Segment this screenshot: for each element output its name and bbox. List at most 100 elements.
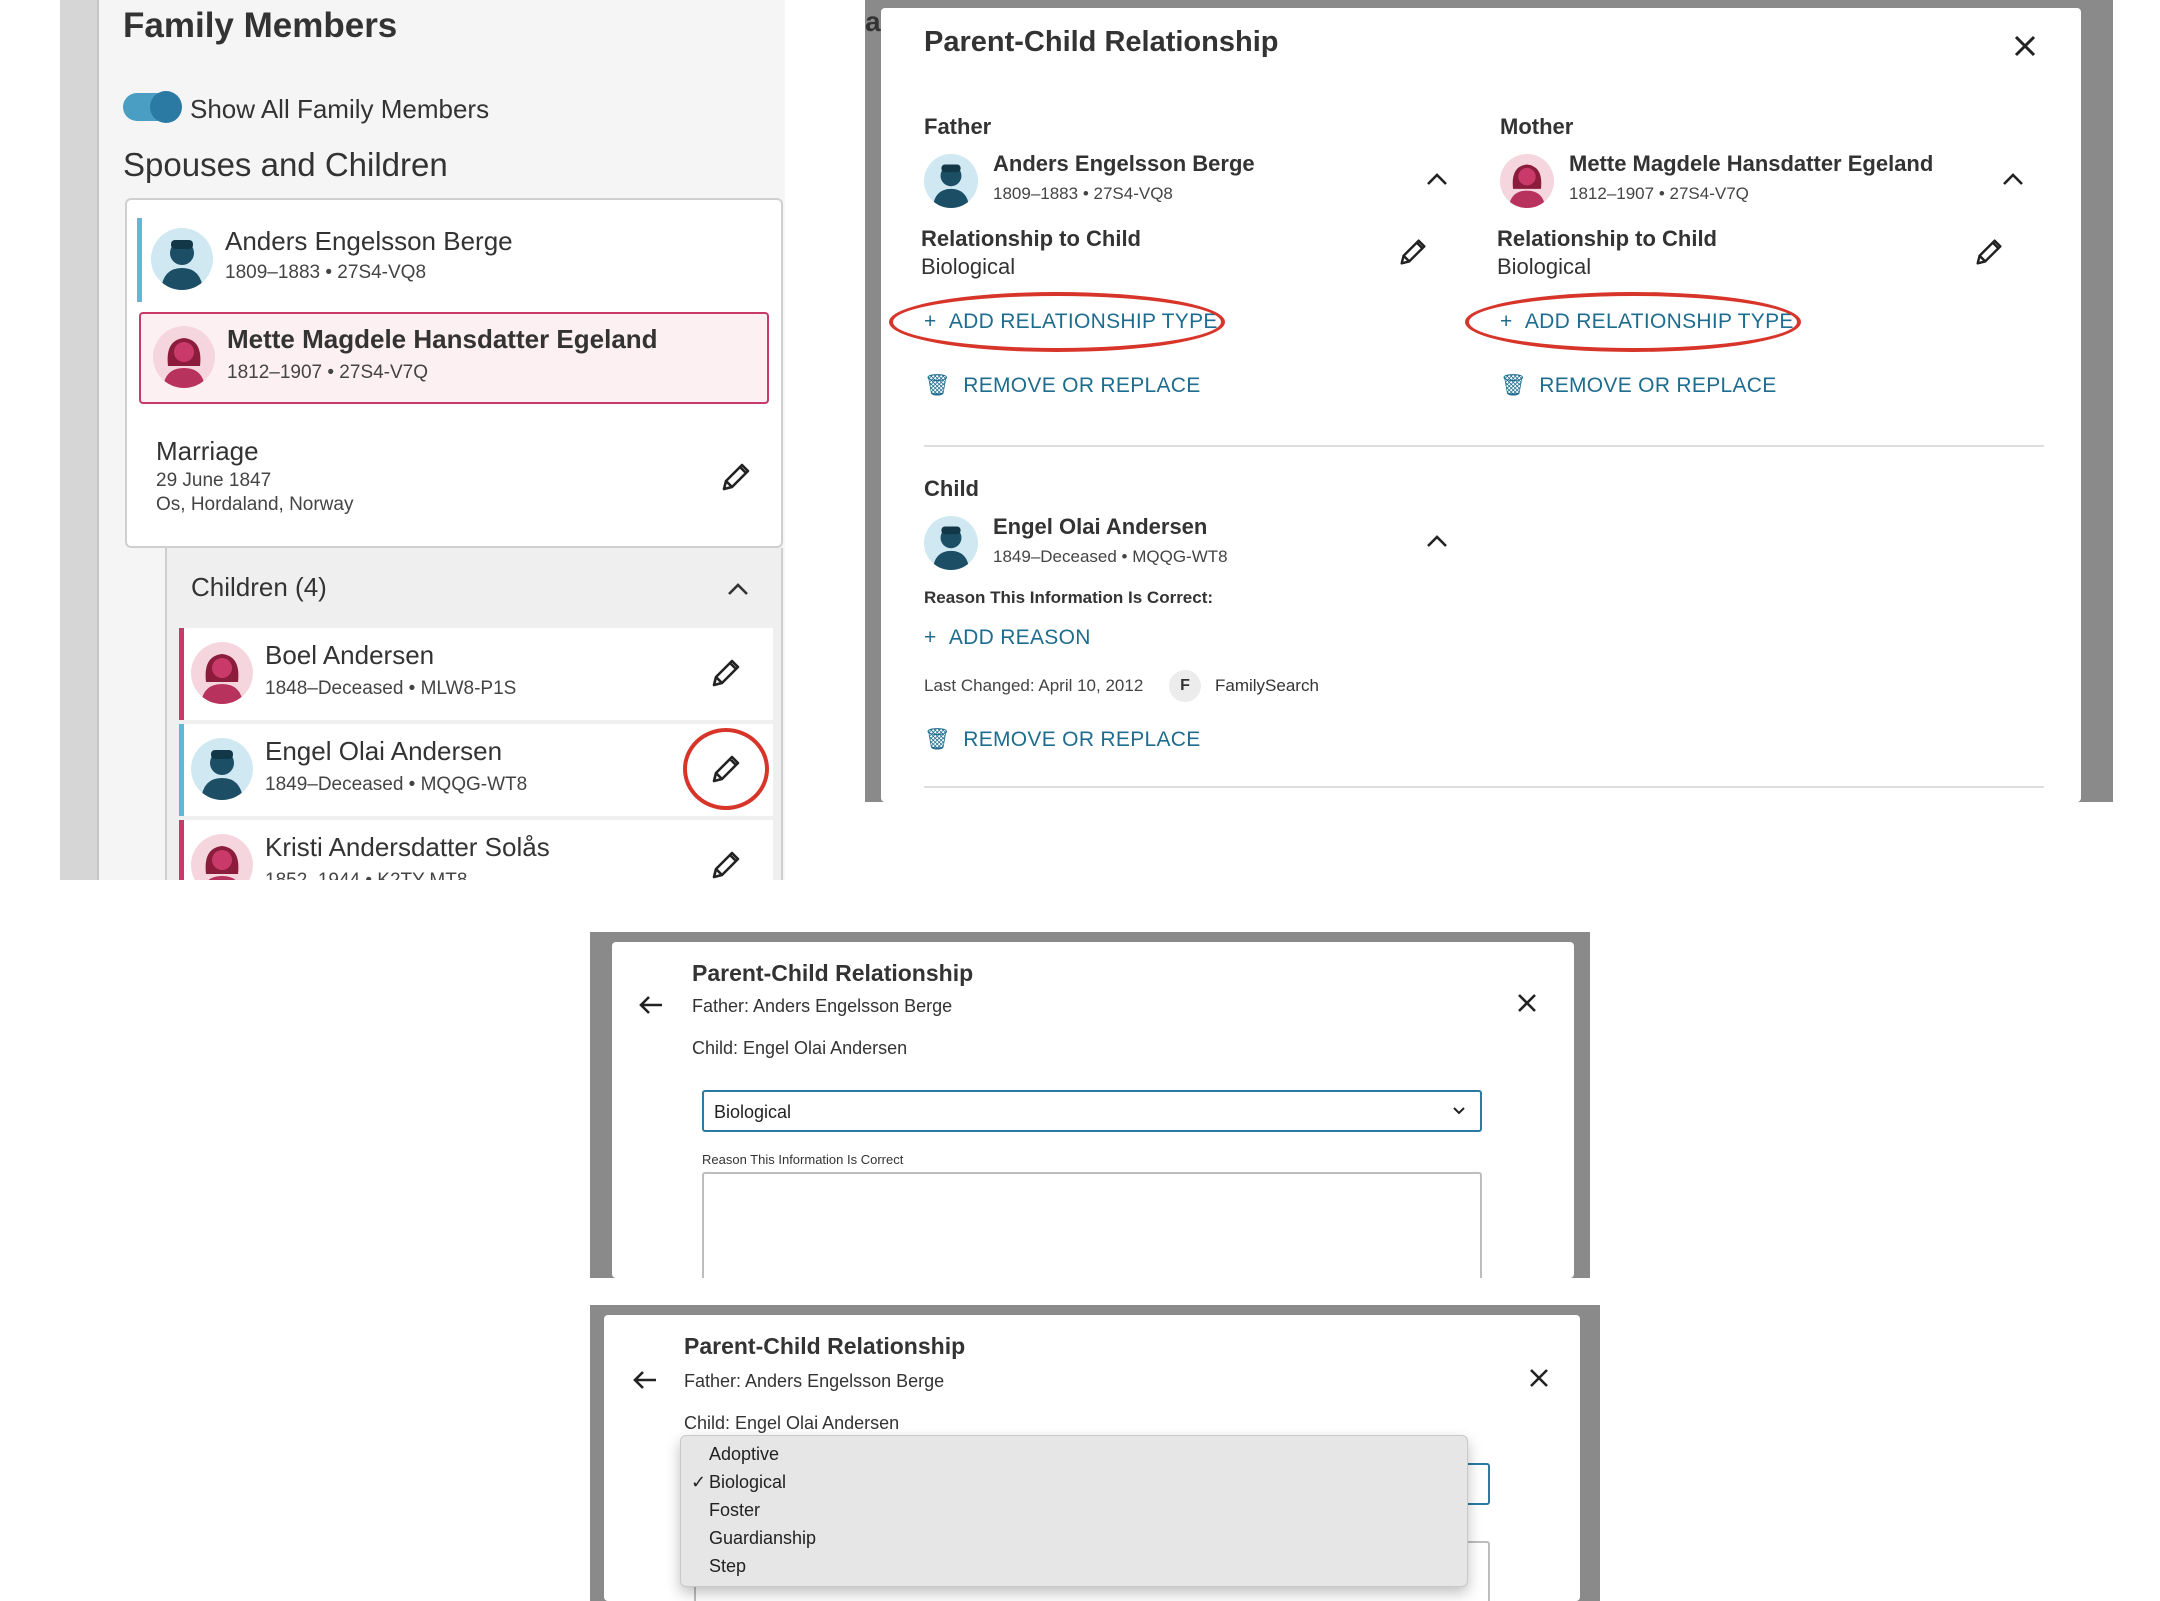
close-icon[interactable]	[2011, 32, 2039, 60]
edit-marriage-pencil-icon[interactable]	[719, 460, 753, 494]
relationship-label: Relationship to Child	[1497, 226, 1717, 251]
divider	[924, 786, 2044, 788]
male-avatar-icon	[151, 228, 213, 290]
female-stripe	[179, 820, 184, 880]
menu-option-step[interactable]: Step	[681, 1556, 1467, 1577]
menu-option-biological[interactable]: ✓ Biological	[681, 1472, 1467, 1493]
male-avatar-icon	[191, 738, 253, 800]
relationship-modal: Parent-Child Relationship Father Anders …	[881, 8, 2081, 802]
child-row-engel[interactable]: Engel Olai Andersen 1849–Deceased • MQQG…	[179, 724, 773, 816]
edit-child-pencil-icon[interactable]	[709, 848, 743, 880]
father-line: Father: Anders Engelsson Berge	[684, 1371, 945, 1391]
trash-icon: 🗑	[1500, 374, 1540, 397]
male-stripe	[137, 218, 142, 302]
male-avatar-icon	[924, 516, 978, 570]
spouse-card: Anders Engelsson Berge 1809–1883 • 27S4-…	[125, 198, 783, 548]
child-name: Engel Olai Andersen	[265, 736, 503, 766]
female-avatar-icon	[153, 326, 215, 388]
remove-or-replace-link[interactable]: 🗑 REMOVE OR REPLACE	[924, 374, 1201, 398]
source-name: FamilySearch	[1215, 676, 1319, 695]
dialog-title: Parent-Child Relationship	[692, 960, 974, 986]
trash-icon: 🗑	[924, 728, 964, 751]
father-name: Anders Engelsson Berge	[993, 151, 1255, 176]
add-reason-label: ADD REASON	[948, 626, 1091, 649]
remove-label: REMOVE OR REPLACE	[963, 728, 1201, 751]
reason-label: Reason This Information Is Correct	[702, 1152, 904, 1167]
marriage-date: 29 June 1847	[156, 470, 272, 491]
remove-label: REMOVE OR REPLACE	[963, 374, 1201, 397]
dialog-title: Parent-Child Relationship	[684, 1333, 966, 1359]
relationship-value: Biological	[1497, 254, 1592, 279]
child-name: Engel Olai Andersen	[993, 514, 1208, 539]
dropdown-dialog-backdrop: Parent-Child Relationship Father: Anders…	[590, 1305, 1600, 1601]
edit-relationship-pencil-icon[interactable]	[1973, 236, 2005, 268]
child-name: Boel Andersen	[265, 640, 435, 670]
mother-name: Mette Magdele Hansdatter Egeland	[227, 324, 658, 354]
mother-name: Mette Magdele Hansdatter Egeland	[1569, 151, 1934, 176]
checkmark-icon: ✓	[691, 1472, 707, 1492]
chevron-up-icon[interactable]	[2002, 172, 2024, 186]
toggle-label: Show All Family Members	[190, 94, 490, 124]
close-icon[interactable]	[1516, 992, 1538, 1014]
menu-option-foster[interactable]: Foster	[681, 1500, 1467, 1521]
menu-option-guardianship[interactable]: Guardianship	[681, 1528, 1467, 1549]
panel-title: Family Members	[123, 6, 398, 45]
left-sidebar-edge	[60, 0, 99, 880]
marriage-place: Os, Hordaland, Norway	[156, 494, 354, 515]
spouse-mother[interactable]: Mette Magdele Hansdatter Egeland 1812–19…	[139, 312, 769, 404]
father-meta: 1809–1883 • 27S4-VQ8	[993, 184, 1173, 203]
back-arrow-icon[interactable]	[638, 994, 664, 1016]
select-value: Biological	[714, 1102, 792, 1122]
annotation-oval	[1465, 292, 1801, 352]
female-stripe	[179, 628, 184, 720]
child-meta: 1849–Deceased • MQQG-WT8	[265, 774, 528, 795]
trash-icon: 🗑	[924, 374, 964, 397]
source-badge: F	[1169, 670, 1201, 702]
children-header[interactable]: Children (4)	[191, 572, 327, 603]
relationship-panel-backdrop: ar Parent-Child Relationship Father Ande…	[865, 0, 2113, 802]
relationship-type-menu: Adoptive ✓ Biological Foster Guardianship…	[680, 1435, 1468, 1587]
child-row-kristi[interactable]: Kristi Andersdatter Solås 1852–1944 • K2…	[179, 820, 773, 880]
edit-relationship-pencil-icon[interactable]	[1397, 236, 1429, 268]
male-stripe	[179, 724, 184, 816]
remove-or-replace-link[interactable]: 🗑 REMOVE OR REPLACE	[924, 728, 1201, 752]
option-label: Biological	[709, 1472, 787, 1492]
mother-meta: 1812–1907 • 27S4-V7Q	[227, 362, 429, 383]
reason-label: Reason This Information Is Correct:	[924, 588, 1214, 607]
plus-icon: +	[924, 626, 949, 649]
divider	[924, 445, 2044, 447]
annotation-circle	[683, 728, 769, 810]
child-line: Child: Engel Olai Andersen	[692, 1038, 908, 1058]
annotation-oval	[889, 292, 1225, 352]
show-all-toggle[interactable]	[123, 91, 182, 123]
spouse-father[interactable]: Anders Engelsson Berge 1809–1883 • 27S4-…	[127, 214, 781, 306]
child-meta: 1852–1944 • K2TY-MT8	[265, 870, 467, 880]
father-name: Anders Engelsson Berge	[225, 226, 513, 256]
add-reason-link[interactable]: + ADD REASON	[924, 626, 1091, 650]
close-icon[interactable]	[1528, 1367, 1550, 1389]
female-avatar-icon	[191, 642, 253, 704]
reason-textarea[interactable]	[702, 1172, 1482, 1278]
child-label: Child	[924, 476, 979, 501]
back-arrow-icon[interactable]	[632, 1369, 658, 1391]
chevron-up-icon[interactable]	[727, 582, 749, 596]
child-line: Child: Engel Olai Andersen	[684, 1413, 900, 1433]
father-line: Father: Anders Engelsson Berge	[692, 996, 953, 1016]
father-label: Father	[924, 114, 992, 139]
edit-child-pencil-icon[interactable]	[709, 656, 743, 690]
chevron-up-icon[interactable]	[1426, 172, 1448, 186]
relationship-type-select[interactable]: Biological	[702, 1090, 1482, 1132]
male-avatar-icon	[924, 154, 978, 208]
child-meta: 1849–Deceased • MQQG-WT8	[993, 547, 1228, 566]
child-row-boel[interactable]: Boel Andersen 1848–Deceased • MLW8-P1S	[179, 628, 773, 720]
last-changed: Last Changed: April 10, 2012	[924, 676, 1144, 695]
female-avatar-icon	[1500, 154, 1554, 208]
chevron-down-icon	[1453, 1107, 1465, 1115]
dropdown-dialog: Parent-Child Relationship Father: Anders…	[604, 1315, 1580, 1601]
relationship-label: Relationship to Child	[921, 226, 1141, 251]
chevron-up-icon[interactable]	[1426, 534, 1448, 548]
child-name: Kristi Andersdatter Solås	[265, 832, 550, 862]
menu-option-adoptive[interactable]: Adoptive	[681, 1444, 1467, 1465]
remove-or-replace-link[interactable]: 🗑 REMOVE OR REPLACE	[1500, 374, 1777, 398]
remove-label: REMOVE OR REPLACE	[1539, 374, 1777, 397]
